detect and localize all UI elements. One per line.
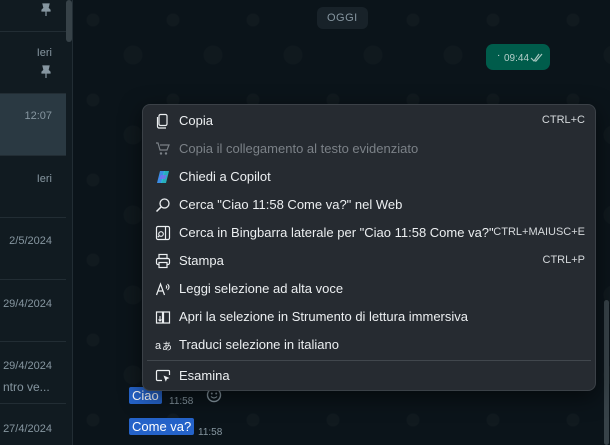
menu-item-inspect[interactable]: Esamina <box>147 363 591 389</box>
chat-time: 12:07 <box>24 110 52 122</box>
menu-item-copy-link-highlight: Copia il collegamento al testo evidenzia… <box>147 136 591 162</box>
search-icon <box>155 198 170 213</box>
menu-item-label: Cerca in Bingbarra laterale per "Ciao 11… <box>179 225 494 240</box>
menu-item-ask-copilot[interactable]: Chiedi a Copilot <box>147 164 591 190</box>
menu-item-shortcut: CTRL+C <box>541 114 585 126</box>
chat-list-item[interactable]: 2/5/2024 <box>0 218 66 280</box>
copilot-icon <box>157 171 169 183</box>
menu-item-search-sidebar[interactable]: Cerca in Bingbarra laterale per "Ciao 11… <box>147 220 591 246</box>
chat-time: Ieri <box>36 173 52 185</box>
chat-list-item[interactable]: 29/4/2024 ntro ve... <box>0 342 66 404</box>
svg-text:a: a <box>155 340 162 352</box>
chat-time: 29/4/2024 <box>3 360 52 372</box>
menu-item-copy[interactable]: Copia CTRL+C <box>147 108 591 134</box>
context-menu: Copia CTRL+C Copia il collegamento al te… <box>142 104 596 391</box>
sidebar-search-icon <box>155 225 171 241</box>
menu-item-shortcut: CTRL+MAIUSC+E <box>493 226 585 238</box>
menu-item-label: Copia il collegamento al testo evidenzia… <box>179 141 419 156</box>
chat-list-item[interactable]: 29/4/2024 <box>0 280 66 342</box>
menu-item-immersive-reader[interactable]: Apri la selezione in Strumento di lettur… <box>147 304 591 330</box>
outgoing-message-bubble[interactable]: · 09:44 <box>486 44 550 70</box>
read-aloud-icon <box>155 282 170 296</box>
chat-time: 27/4/2024 <box>3 423 52 435</box>
menu-item-label: Cerca "Ciao 11:58 Come va?" nel Web <box>179 197 403 212</box>
incoming-message[interactable]: Come va? <box>129 418 195 436</box>
chat-scrollbar[interactable] <box>604 300 609 445</box>
chat-time: 2/5/2024 <box>9 235 52 247</box>
menu-item-read-aloud[interactable]: Leggi selezione ad alta voce <box>147 276 591 302</box>
menu-item-label: Traduci selezione in italiano <box>179 337 339 352</box>
chat-snippet: ntro ve... <box>3 380 50 394</box>
chat-list-item-selected[interactable]: 12:07 <box>0 94 66 156</box>
menu-item-label: Copia <box>179 113 213 128</box>
message-time: 09:44 <box>504 53 530 64</box>
menu-item-label: Stampa <box>179 253 224 268</box>
message-time: 11:58 <box>198 427 223 438</box>
link-highlight-icon <box>156 142 170 155</box>
menu-item-search-web[interactable]: Cerca "Ciao 11:58 Come va?" nel Web <box>147 192 591 218</box>
chat-list-item[interactable] <box>0 0 66 32</box>
printer-icon <box>155 253 171 269</box>
menu-item-label: Apri la selezione in Strumento di lettur… <box>179 309 469 324</box>
inspect-icon <box>155 369 171 382</box>
chat-time: Ieri <box>36 47 52 59</box>
date-separator: OGGI <box>317 7 368 29</box>
chat-list-item[interactable]: 27/4/2024 <box>0 404 66 445</box>
chat-list: Ieri 12:07 Ieri 2/5/2024 29/4/2024 29/4/… <box>0 0 73 445</box>
menu-separator <box>147 360 591 361</box>
menu-item-label: Chiedi a Copilot <box>179 169 271 184</box>
translate-icon: a あ <box>155 340 171 353</box>
immersive-reader-icon <box>155 311 171 324</box>
svg-text:あ: あ <box>162 341 171 353</box>
copy-icon <box>156 113 168 129</box>
menu-item-print[interactable]: Stampa CTRL+P <box>147 248 591 274</box>
chat-list-item[interactable]: Ieri <box>0 156 66 218</box>
menu-item-shortcut: CTRL+P <box>542 254 586 266</box>
chat-list-item[interactable]: Ieri <box>0 32 66 94</box>
pin-icon <box>41 3 51 16</box>
menu-item-translate[interactable]: a あ Traduci selezione in italiano <box>147 332 591 358</box>
double-check-icon <box>530 53 543 62</box>
chat-list-scrollbar[interactable] <box>66 0 72 42</box>
menu-item-label: Leggi selezione ad alta voce <box>179 281 344 296</box>
pin-icon <box>41 65 51 78</box>
menu-item-label: Esamina <box>179 368 230 383</box>
message-text: · <box>497 50 501 61</box>
message-time: 11:58 <box>169 396 194 407</box>
message-text-selected: Come va? <box>129 418 195 435</box>
chat-time: 29/4/2024 <box>3 298 52 310</box>
